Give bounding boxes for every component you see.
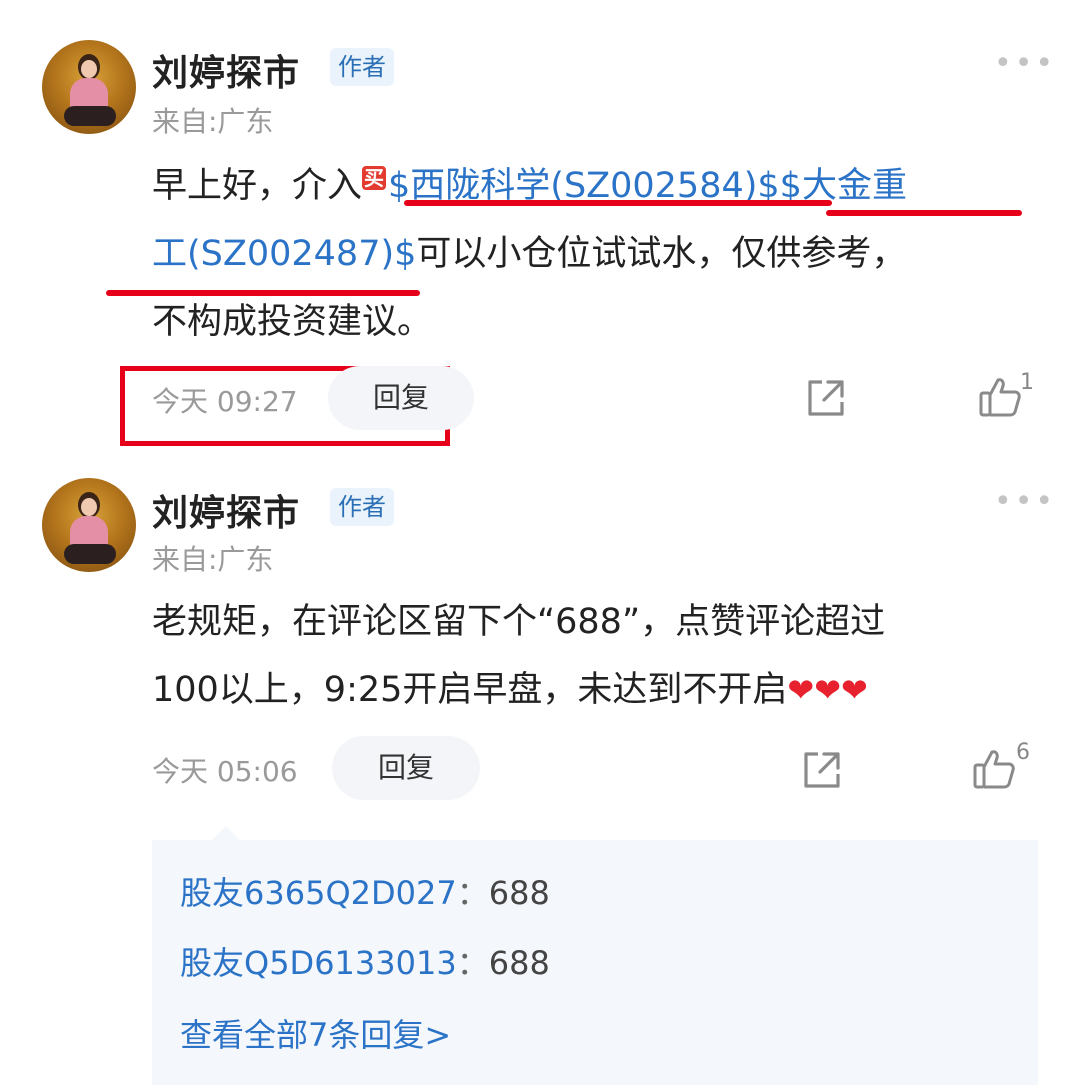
author-name[interactable]: 刘婷探市 [152,44,300,96]
red-underline [106,290,420,296]
thumbs-up-icon[interactable] [978,376,1022,418]
red-underline [826,210,1022,216]
comment-text: 老规矩，在评论区留下个“688”，点赞评论超过 100以上，9:25开启早盘，未… [152,588,1032,724]
red-underline [404,200,832,206]
reply-username[interactable]: 股友Q5D6133013 [180,944,457,982]
text-segment: 100以上，9:25开启早盘，未达到不开启 [152,670,788,710]
buy-tag: 买 [362,166,387,190]
comment-item: 刘婷探市 作者 来自:广东 ••• 老规矩，在评论区留下个“688”，点赞评论超… [0,460,1080,1085]
author-name[interactable]: 刘婷探市 [152,484,300,536]
heart-icons: ❤❤❤ [787,671,868,709]
comment-text: 早上好，介入买 $西陇科学(SZ002584)$$大金重 工(SZ002487)$… [152,152,1032,356]
reply-item[interactable]: 股友6365Q2D027：688 [180,868,550,914]
reply-preview-panel: 股友6365Q2D027：688 股友Q5D6133013：688 查看全部7条… [152,826,1038,1085]
reply-item[interactable]: 股友Q5D6133013：688 [180,938,550,984]
reply-button[interactable]: 回复 [332,736,480,800]
reply-button[interactable]: 回复 [328,366,474,430]
comment-item: 刘婷探市 作者 来自:广东 ••• 早上好，介入买 $西陇科学(SZ002584)… [0,0,1080,460]
share-icon[interactable] [806,378,846,418]
author-badge: 作者 [330,488,394,526]
reply-content: 688 [488,874,550,912]
reply-username[interactable]: 股友6365Q2D027 [180,874,457,912]
reply-content: 688 [488,944,550,982]
view-all-replies-link[interactable]: 查看全部7条回复> [180,1010,451,1056]
text-segment: 可以小仓位试试水，仅供参考， [416,234,907,274]
like-count: 6 [1016,740,1030,765]
avatar[interactable] [42,478,136,572]
comment-line-3: 不构成投资建议。 [152,302,433,342]
comment-line-1: 老规矩，在评论区留下个“688”，点赞评论超过 [152,602,886,642]
thumbs-up-icon[interactable] [972,748,1016,790]
reply-separator: ： [456,874,489,912]
comment-line-2: 工(SZ002487)$可以小仓位试试水，仅供参考， [152,220,1032,288]
more-dots-icon[interactable]: ••• [994,484,1056,519]
more-dots-icon[interactable]: ••• [994,46,1056,81]
avatar[interactable] [42,40,136,134]
location-label: 来自:广东 [152,105,274,138]
author-badge: 作者 [330,48,394,86]
share-icon[interactable] [802,750,842,790]
text-segment: 早上好，介入 [152,166,363,206]
timestamp: 今天 05:06 [152,755,298,788]
timestamp: 今天 09:27 [152,385,298,418]
stock-link-dajin-cont[interactable]: 工(SZ002487)$ [152,234,416,274]
location-label: 来自:广东 [152,543,274,576]
comment-line-2: 100以上，9:25开启早盘，未达到不开启❤❤❤ [152,656,1032,724]
reply-separator: ： [456,944,489,982]
like-count: 1 [1020,370,1034,395]
